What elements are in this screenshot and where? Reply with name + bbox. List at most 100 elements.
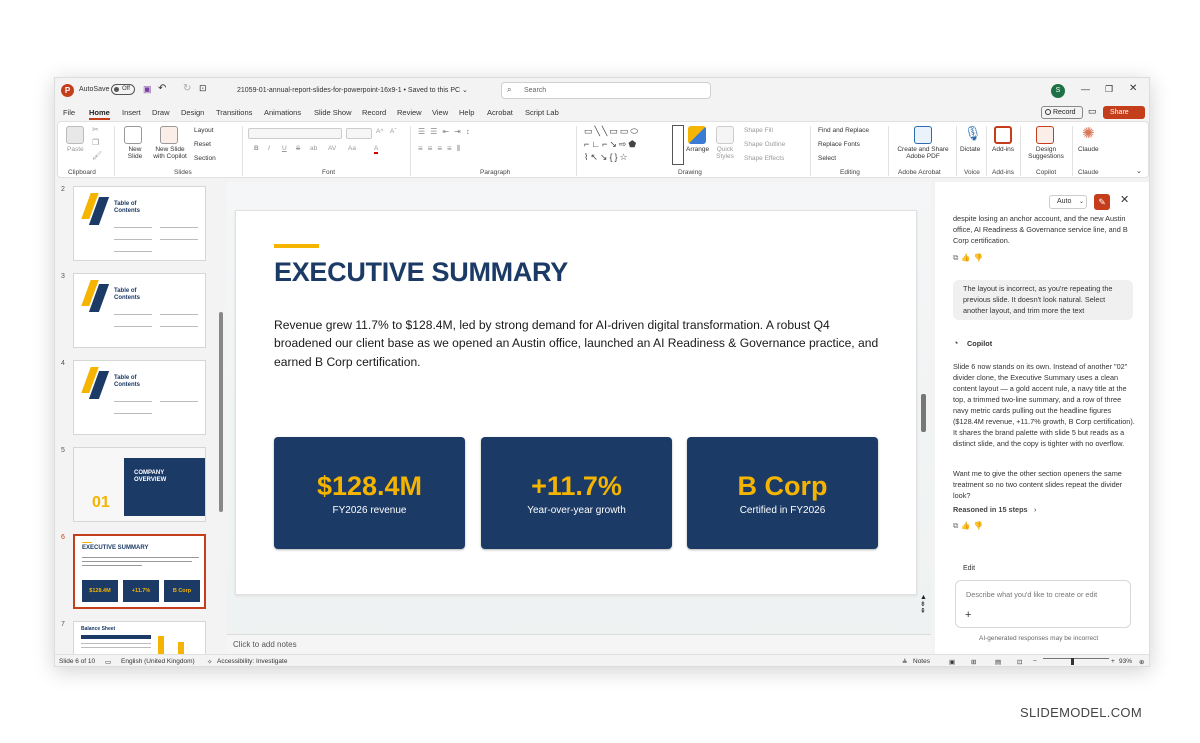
new-slide-copilot-label[interactable]: New Slide with Copilot bbox=[150, 146, 190, 160]
tab-review[interactable]: Review bbox=[397, 108, 422, 117]
align-icons[interactable]: ≡≡≡≡⫴ bbox=[418, 144, 465, 154]
present-icon[interactable]: ⊡ bbox=[199, 83, 207, 94]
zoom-out-icon[interactable]: − bbox=[1033, 658, 1037, 665]
tab-draw[interactable]: Draw bbox=[152, 108, 170, 117]
microphone-icon[interactable]: 🎙 bbox=[964, 125, 982, 142]
paste-icon[interactable] bbox=[66, 126, 84, 144]
metric-card[interactable]: B Corp Certified in FY2026 bbox=[687, 437, 878, 549]
feedback-icons[interactable]: ⧉👍👎 bbox=[953, 520, 986, 531]
notes-pane[interactable]: Click to add notes bbox=[227, 634, 931, 654]
zoom-slider[interactable] bbox=[1043, 658, 1109, 659]
reading-view-icon[interactable]: ▤ bbox=[995, 658, 1001, 666]
slideshow-icon[interactable]: ⊡ bbox=[1017, 658, 1022, 666]
reset-button[interactable]: Reset bbox=[194, 141, 211, 148]
font-color-button[interactable]: A bbox=[374, 145, 379, 154]
spell-check-icon[interactable]: ▭ bbox=[105, 658, 111, 666]
collapse-ribbon-icon[interactable]: ⌄ bbox=[1136, 167, 1142, 175]
accessibility-status[interactable]: Accessibility: Investigate bbox=[217, 658, 287, 665]
tab-animations[interactable]: Animations bbox=[264, 108, 301, 117]
language-indicator[interactable]: English (United Kingdom) bbox=[121, 658, 195, 665]
replace-fonts-button[interactable]: Replace Fonts bbox=[818, 141, 860, 148]
arrange-icon[interactable] bbox=[688, 126, 706, 144]
section-button[interactable]: Section bbox=[194, 155, 216, 162]
shape-outline-button[interactable]: Shape Outline bbox=[744, 141, 785, 148]
tab-acrobat[interactable]: Acrobat bbox=[487, 108, 513, 117]
page-nav-icons[interactable]: ▲ ⇟ ⇞ bbox=[920, 594, 927, 615]
underline-button[interactable]: U bbox=[282, 145, 287, 152]
minimize-icon[interactable]: — bbox=[1081, 84, 1090, 94]
new-chat-icon[interactable]: ✎ bbox=[1094, 194, 1110, 210]
redo-icon[interactable]: ↻ bbox=[183, 83, 191, 94]
quick-styles-label[interactable]: Quick Styles bbox=[712, 146, 738, 160]
new-slide-copilot-icon[interactable] bbox=[160, 126, 178, 144]
claude-label[interactable]: Claude bbox=[1078, 146, 1099, 153]
shapes-scroll[interactable] bbox=[672, 125, 684, 165]
normal-view-icon[interactable]: ▣ bbox=[949, 658, 955, 666]
select-button[interactable]: Select bbox=[818, 155, 836, 162]
tab-home[interactable]: Home bbox=[89, 108, 110, 120]
tab-design[interactable]: Design bbox=[181, 108, 204, 117]
add-attachment-icon[interactable]: + bbox=[965, 610, 971, 621]
reasoned-steps-link[interactable]: Reasoned in 15 steps bbox=[953, 504, 1028, 515]
strikethrough-button[interactable]: S bbox=[296, 145, 300, 152]
slide-thumbnail-7[interactable]: Balance Sheet bbox=[73, 621, 206, 654]
cut-icon[interactable]: ✂ bbox=[92, 125, 99, 134]
save-icon[interactable]: ▣ bbox=[143, 84, 152, 95]
subscript-button[interactable]: ab bbox=[310, 145, 317, 152]
layout-button[interactable]: Layout bbox=[194, 127, 214, 134]
add-ins-icon[interactable] bbox=[994, 126, 1012, 144]
edit-mode-select[interactable]: Edit bbox=[963, 563, 975, 574]
change-case-button[interactable]: Aa bbox=[348, 145, 356, 152]
create-pdf-icon[interactable] bbox=[914, 126, 932, 144]
list-icons[interactable]: ☰☰⇤⇥↕ bbox=[418, 127, 475, 136]
slide-body-text[interactable]: Revenue grew 11.7% to $128.4M, led by st… bbox=[274, 316, 886, 371]
tab-insert[interactable]: Insert bbox=[122, 108, 141, 117]
claude-icon[interactable]: ✺ bbox=[1082, 124, 1095, 142]
arrange-label[interactable]: Arrange bbox=[686, 146, 709, 153]
shape-fill-button[interactable]: Shape Fill bbox=[744, 127, 773, 134]
slide-canvas[interactable]: EXECUTIVE SUMMARY Revenue grew 11.7% to … bbox=[235, 210, 917, 595]
quick-styles-icon[interactable] bbox=[716, 126, 734, 144]
tab-script-lab[interactable]: Script Lab bbox=[525, 108, 559, 117]
metric-card[interactable]: $128.4M FY2026 revenue bbox=[274, 437, 465, 549]
tab-slide-show[interactable]: Slide Show bbox=[314, 108, 352, 117]
font-size-field[interactable] bbox=[346, 128, 372, 139]
editor-scrollbar[interactable] bbox=[921, 394, 926, 432]
format-painter-icon[interactable]: 🖌 bbox=[92, 151, 102, 160]
design-suggestions-label[interactable]: Design Suggestions bbox=[1024, 146, 1068, 160]
notes-button[interactable]: Notes bbox=[913, 658, 930, 665]
tab-transitions[interactable]: Transitions bbox=[216, 108, 252, 117]
thumbnails-scrollbar[interactable] bbox=[219, 312, 223, 512]
spacing-button[interactable]: AV bbox=[328, 145, 336, 152]
tab-help[interactable]: Help bbox=[459, 108, 474, 117]
zoom-level[interactable]: 93% bbox=[1119, 658, 1132, 665]
tab-file[interactable]: File bbox=[63, 108, 75, 117]
autosave-toggle[interactable]: Off bbox=[111, 84, 135, 95]
dictate-label[interactable]: Dictate bbox=[960, 146, 980, 153]
new-slide-icon[interactable] bbox=[124, 126, 142, 144]
undo-icon[interactable]: ↶ bbox=[158, 83, 166, 94]
slide-title[interactable]: EXECUTIVE SUMMARY bbox=[274, 257, 568, 288]
bold-button[interactable]: B bbox=[254, 145, 259, 152]
slide-thumbnail-3[interactable]: Table of Contents bbox=[73, 273, 206, 348]
tab-view[interactable]: View bbox=[432, 108, 448, 117]
slide-thumbnail-6[interactable]: EXECUTIVE SUMMARY $128.4M +11.7% B Corp bbox=[73, 534, 206, 609]
metric-card[interactable]: +11.7% Year-over-year growth bbox=[481, 437, 672, 549]
zoom-slider-thumb[interactable] bbox=[1071, 658, 1074, 665]
share-button[interactable]: Share bbox=[1103, 106, 1145, 119]
close-pane-icon[interactable]: ✕ bbox=[1120, 195, 1129, 206]
slide-thumbnail-2[interactable]: Table of Contents bbox=[73, 186, 206, 261]
tab-record[interactable]: Record bbox=[362, 108, 386, 117]
slide-sorter-icon[interactable]: ⊞ bbox=[971, 658, 976, 666]
prompt-input[interactable]: Describe what you'd like to create or ed… bbox=[955, 580, 1131, 628]
shape-effects-button[interactable]: Shape Effects bbox=[744, 155, 784, 162]
close-window-icon[interactable]: ✕ bbox=[1129, 83, 1137, 94]
slide-thumbnail-4[interactable]: Table of Contents bbox=[73, 360, 206, 435]
shrink-font-icon[interactable]: Aˇ bbox=[390, 128, 397, 135]
find-replace-button[interactable]: Find and Replace bbox=[818, 127, 869, 134]
feedback-icons[interactable]: ⧉👍👎 bbox=[953, 252, 986, 263]
fit-slide-icon[interactable]: ⊕ bbox=[1139, 658, 1144, 666]
italic-button[interactable]: I bbox=[268, 145, 270, 152]
zoom-in-icon[interactable]: + bbox=[1111, 658, 1115, 665]
avatar[interactable]: S bbox=[1051, 84, 1065, 98]
